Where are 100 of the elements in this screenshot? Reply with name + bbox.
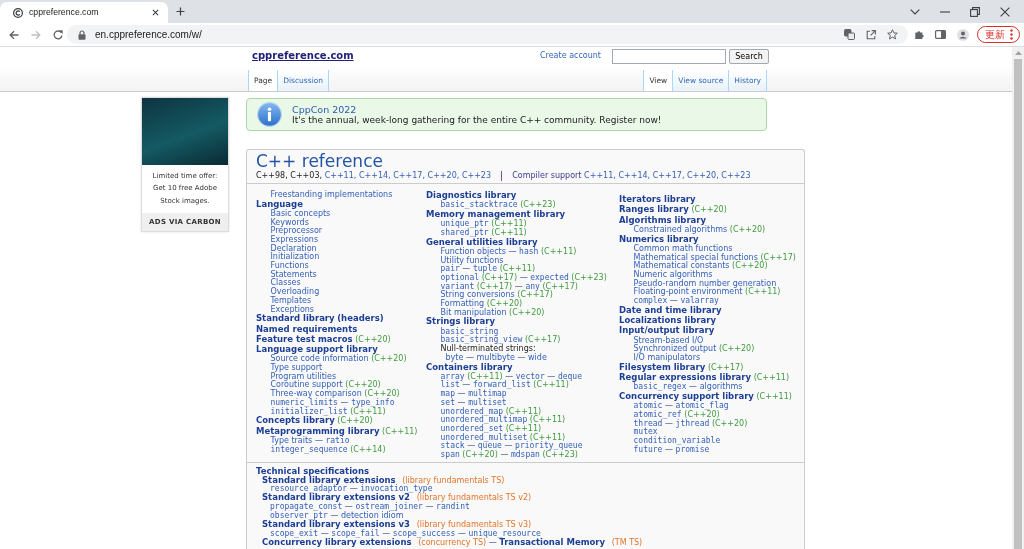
minimize-icon[interactable] — [940, 10, 950, 13]
section-link[interactable]: Standard library extensions — [262, 475, 396, 485]
browser-tab[interactable]: cppreference.com — [0, 2, 168, 23]
section-link[interactable]: Named requirements — [256, 324, 358, 334]
code-link[interactable]: basic_regex — [633, 382, 687, 392]
code-link[interactable]: hash — [519, 246, 539, 256]
page-link[interactable]: Functions — [270, 261, 309, 271]
page-link[interactable]: Bit manipulation — [440, 307, 507, 317]
create-account-link[interactable]: Create account — [540, 51, 601, 61]
section-link[interactable]: Feature test macros — [256, 334, 353, 344]
reload-icon[interactable] — [53, 29, 63, 40]
code-link[interactable]: scope_success — [392, 528, 456, 538]
section-link[interactable]: Containers library — [426, 362, 513, 372]
code-link[interactable]: optional — [440, 273, 480, 282]
page-link[interactable]: detection idiom — [341, 511, 404, 521]
page-link[interactable]: algorithms — [699, 382, 743, 392]
page-link[interactable]: C++14, — [358, 171, 391, 180]
page-link[interactable]: byte — [445, 352, 464, 362]
code-link[interactable]: queue — [477, 441, 502, 451]
code-link[interactable]: variant — [440, 281, 475, 291]
section-link[interactable]: (headers) — [337, 314, 384, 324]
page-link[interactable]: Basic concepts — [270, 209, 331, 218]
code-link[interactable]: mdspan — [510, 450, 540, 459]
page-link[interactable]: Pseudo-random number generation — [633, 278, 777, 288]
code-link[interactable]: resource_adaptor — [270, 484, 348, 494]
code-link[interactable]: scope_exit — [270, 528, 319, 538]
code-link[interactable]: invocation_type — [360, 484, 433, 494]
page-link[interactable]: Stream-based I/O — [633, 335, 704, 345]
page-link[interactable]: Utility functions — [440, 255, 504, 265]
page-link[interactable]: Common math functions — [633, 243, 733, 253]
section-link[interactable]: Standard library extensions v3 — [262, 520, 411, 529]
page-link[interactable]: C++17, — [393, 171, 425, 180]
code-link[interactable]: observer_ptr — [270, 511, 328, 521]
code-link[interactable]: future — [633, 444, 663, 454]
profile-icon[interactable] — [957, 28, 969, 41]
code-link[interactable]: array — [440, 371, 465, 381]
code-link[interactable]: unique_ptr — [440, 219, 489, 229]
section-link[interactable]: Input/output library — [619, 326, 715, 336]
page-link[interactable]: Statements — [270, 269, 317, 279]
page-link[interactable]: Mathematical constants — [633, 261, 730, 271]
code-link[interactable]: pair — [440, 264, 460, 274]
section-link[interactable]: Ranges library — [619, 205, 689, 215]
page-link[interactable]: Constrained algorithms — [633, 224, 728, 234]
search-button[interactable]: Search — [729, 48, 769, 64]
page-link[interactable]: Freestanding implementations — [270, 190, 393, 199]
code-link[interactable]: basic_string — [440, 326, 499, 336]
code-link[interactable]: span — [440, 450, 460, 459]
code-link[interactable]: atomic — [633, 401, 663, 411]
register-link[interactable]: Register now! — [599, 114, 662, 125]
code-link[interactable]: unordered_multiset — [440, 432, 528, 442]
page-link[interactable]: Mathematical special functions — [633, 252, 758, 262]
code-link[interactable]: any — [525, 281, 540, 291]
section-link[interactable]: Numerics library — [619, 234, 699, 244]
code-link[interactable]: stack — [440, 441, 465, 451]
page-link[interactable]: Type traits — [270, 435, 313, 445]
code-link[interactable]: jthread — [675, 418, 710, 428]
section-link[interactable]: Regular expressions library — [619, 372, 752, 382]
section-link[interactable]: Transactional Memory — [499, 537, 606, 547]
code-link[interactable]: unordered_multimap — [440, 415, 528, 425]
close-icon[interactable] — [1000, 6, 1010, 17]
code-link[interactable]: expected — [530, 273, 569, 282]
update-button[interactable]: 更新 — [977, 26, 1020, 43]
section-link[interactable]: Metaprogramming library — [256, 426, 380, 436]
page-link[interactable]: C++20, — [687, 171, 719, 180]
page-link[interactable]: Synchronized output — [633, 344, 717, 354]
section-link[interactable]: Localizations library — [619, 316, 716, 325]
section-link[interactable]: Algorithms library — [619, 215, 707, 225]
code-link[interactable]: ratio — [325, 435, 350, 445]
page-link[interactable]: Three-way comparison — [270, 389, 362, 399]
search-field[interactable] — [612, 48, 726, 64]
page-link[interactable]: Source code information — [270, 354, 369, 364]
page-link[interactable]: Preprocessor — [270, 226, 323, 236]
page-link[interactable]: Compiler support — [512, 171, 582, 180]
code-link[interactable]: mutex — [633, 427, 658, 437]
code-link[interactable]: initializer_list — [270, 406, 348, 416]
code-link[interactable]: valarray — [680, 296, 719, 305]
section-link[interactable]: Filesystem library — [619, 362, 706, 372]
code-link[interactable]: priority_queue — [515, 441, 583, 451]
scrollbar-thumb[interactable] — [1014, 59, 1022, 549]
section-link[interactable]: Strings library — [426, 317, 496, 327]
page-link[interactable]: C++23 — [721, 171, 751, 180]
code-link[interactable]: multiset — [468, 397, 507, 407]
code-link[interactable]: numeric_limits — [270, 397, 338, 407]
page-link[interactable]: I/O manipulators — [633, 352, 701, 362]
page-link[interactable]: C++23 — [461, 171, 492, 180]
section-link[interactable]: Iterators library — [619, 195, 696, 204]
restore-icon[interactable] — [970, 6, 980, 17]
page-link[interactable]: String conversions — [440, 290, 515, 300]
section-link[interactable]: Concurrency library extensions — [262, 537, 412, 547]
plus-icon[interactable] — [176, 7, 185, 16]
code-link[interactable]: atomic_ref — [633, 409, 682, 419]
page-link[interactable]: C++11, — [584, 171, 616, 180]
code-link[interactable]: forward_list — [472, 380, 531, 390]
section-link[interactable]: Language support library — [256, 345, 378, 355]
overlapping-squares-icon[interactable] — [844, 29, 855, 40]
share-icon[interactable] — [866, 29, 876, 40]
page-link[interactable]: Declaration — [270, 243, 317, 253]
section-link[interactable]: Language — [256, 199, 303, 209]
code-link[interactable]: ostream_joiner — [355, 502, 423, 512]
page-link[interactable]: Numeric algorithms — [633, 269, 713, 279]
